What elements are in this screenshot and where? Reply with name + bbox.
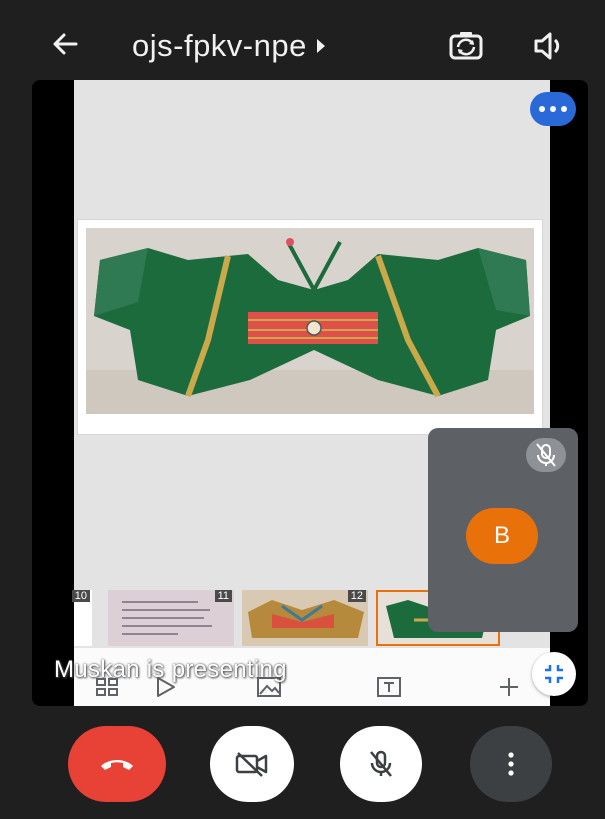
more-vert-icon	[508, 752, 514, 776]
exit-fullscreen-button[interactable]	[532, 652, 576, 696]
speaker-icon	[534, 32, 560, 60]
top-bar: ojs-fpkv-npe	[0, 0, 605, 86]
meeting-title-button[interactable]: ojs-fpkv-npe	[132, 26, 325, 66]
mic-toggle-button[interactable]	[340, 726, 422, 802]
chevron-right-icon	[316, 39, 325, 53]
muted-indicator	[526, 438, 566, 472]
camera-off-icon	[235, 752, 268, 777]
blouse-photo	[86, 228, 534, 414]
avatar: B	[466, 508, 538, 564]
add-icon[interactable]	[496, 676, 522, 698]
slide-thumbnail[interactable]: 11	[108, 590, 234, 646]
presenter-label: Muskan is presenting	[54, 656, 287, 683]
back-button[interactable]	[46, 24, 86, 64]
fullscreen-exit-icon	[545, 665, 563, 683]
more-options-button[interactable]	[530, 92, 576, 126]
switch-camera-icon	[449, 32, 483, 60]
avatar-initial: B	[493, 522, 510, 549]
end-call-button[interactable]	[68, 726, 166, 802]
dot	[561, 106, 567, 112]
camera-toggle-button[interactable]	[210, 726, 294, 802]
mic-off-icon	[536, 443, 556, 467]
slide-image	[78, 220, 542, 434]
meeting-code: ojs-fpkv-npe	[132, 28, 307, 63]
dot	[539, 106, 545, 112]
arrow-left-icon	[53, 33, 78, 55]
slide-number: 11	[214, 590, 232, 602]
participant-tile[interactable]: B	[428, 428, 578, 632]
end-call-icon	[101, 760, 133, 770]
dot	[550, 106, 556, 112]
audio-output-button[interactable]	[530, 28, 568, 64]
slide-thumbnail[interactable]: 10	[71, 590, 92, 646]
switch-camera-button[interactable]	[446, 26, 486, 66]
slide-number: 12	[347, 590, 366, 602]
mic-off-icon	[370, 750, 392, 777]
slide-thumbnail[interactable]: 12	[242, 590, 368, 646]
more-actions-button[interactable]	[470, 726, 552, 802]
slide-number: 10	[71, 590, 90, 602]
text-box-icon[interactable]	[376, 676, 402, 698]
